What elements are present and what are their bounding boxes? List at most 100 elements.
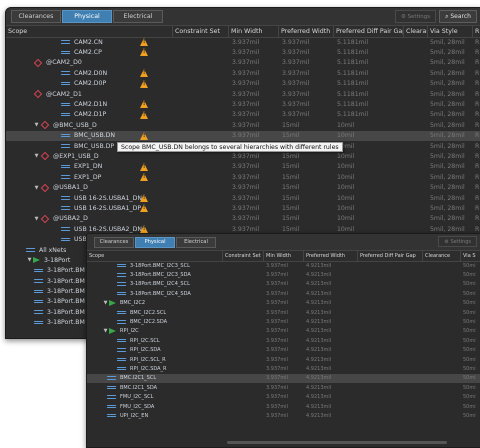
min-width-cell[interactable]: 3.937mil xyxy=(232,68,259,78)
warning-icon[interactable] xyxy=(140,79,148,88)
warning-icon[interactable] xyxy=(140,204,148,213)
min-width-cell[interactable]: 3.937mil xyxy=(266,346,288,355)
via-style-cell[interactable]: 50mi xyxy=(463,261,476,270)
preferred-width-cell[interactable]: 4.9213mil xyxy=(306,346,331,355)
min-width-cell[interactable]: 3.937mil xyxy=(266,317,288,326)
preferred-width-cell[interactable]: 4.9213mil xyxy=(306,289,331,298)
min-width-cell[interactable]: 3.937mil xyxy=(266,289,288,298)
table-row[interactable]: RPI_I2C.SCL 3.937mil 4.9213mil 50mi xyxy=(87,336,480,345)
r-cell[interactable]: R xyxy=(475,68,479,78)
via-style-cell[interactable]: 50mi xyxy=(463,336,476,345)
table-row[interactable]: @CAM2_D0 3.937mil 3.937mil 5.1181mil 5mil, 2… xyxy=(6,58,480,68)
diff-pair-gap-cell[interactable]: 10mil xyxy=(337,203,354,213)
min-width-cell[interactable]: 3.937mil xyxy=(232,47,259,57)
table-row[interactable]: CAM2.D0P 3.937mil 3.937mil 5.1181mil 5mil, 2… xyxy=(6,79,480,89)
diff-pair-gap-cell[interactable]: 5.1181mil xyxy=(337,89,368,99)
r-cell[interactable]: R xyxy=(475,37,479,47)
tab-physical[interactable]: Physical xyxy=(62,10,112,23)
warning-icon[interactable] xyxy=(140,69,148,78)
min-width-cell[interactable]: 3.937mil xyxy=(232,120,259,130)
table-row[interactable]: ▼ RPI_I2C 3.937mil 4.9213mil 50mi xyxy=(87,327,480,336)
diff-pair-gap-cell[interactable]: 10mil xyxy=(337,162,354,172)
preferred-width-cell[interactable]: 3.937mil xyxy=(282,89,309,99)
table-row[interactable]: CAM2.D1N 3.937mil 3.937mil 5.1181mil 5mil, 2… xyxy=(6,99,480,109)
via-style-cell[interactable]: 5mil, 28mil xyxy=(430,58,465,68)
diff-pair-gap-cell[interactable]: 5.1181mil xyxy=(337,99,368,109)
col-preferred-width[interactable]: Preferred Width xyxy=(303,251,357,261)
min-width-cell[interactable]: 3.937mil xyxy=(232,214,259,224)
r-cell[interactable]: R xyxy=(475,141,479,151)
preferred-width-cell[interactable]: 4.9213mil xyxy=(306,261,331,270)
min-width-cell[interactable]: 3.937mil xyxy=(266,355,288,364)
warning-icon[interactable] xyxy=(140,110,148,119)
preferred-width-cell[interactable]: 4.9213mil xyxy=(306,364,331,373)
via-style-cell[interactable]: 50mi xyxy=(463,364,476,373)
via-style-cell[interactable]: 5mil, 28mil xyxy=(430,131,465,141)
min-width-cell[interactable]: 3.937mil xyxy=(266,411,288,420)
via-style-cell[interactable]: 5mil, 28mil xyxy=(430,68,465,78)
table-row[interactable]: BMC_I2C2.SCL 3.937mil 4.9213mil 50mi xyxy=(87,308,480,317)
warning-icon[interactable] xyxy=(140,193,148,202)
diff-pair-gap-cell[interactable]: 10mil xyxy=(337,214,354,224)
preferred-width-cell[interactable]: 4.9213mil xyxy=(306,411,331,420)
warning-icon[interactable] xyxy=(140,38,148,46)
diff-pair-gap-cell[interactable]: 5.1181mil xyxy=(337,79,368,89)
table-row[interactable]: RPI_I2C.SDA_R 3.937mil 4.9213mil 50mi xyxy=(87,364,480,373)
settings-button[interactable]: ⚙ Settings xyxy=(394,10,437,23)
warning-icon[interactable] xyxy=(140,100,148,109)
min-width-cell[interactable]: 3.937mil xyxy=(266,364,288,373)
preferred-width-cell[interactable]: 4.9213mil xyxy=(306,317,331,326)
col-via-style[interactable]: Via S xyxy=(460,251,480,261)
via-style-cell[interactable]: 50mi xyxy=(463,392,476,401)
preferred-width-cell[interactable]: 4.9213mil xyxy=(306,270,331,279)
min-width-cell[interactable]: 3.937mil xyxy=(266,392,288,401)
r-cell[interactable]: R xyxy=(475,89,479,99)
via-style-cell[interactable]: 5mil, 28mil xyxy=(430,203,465,213)
min-width-cell[interactable]: 3.937mil xyxy=(232,162,259,172)
col-preferred-width[interactable]: Preferred Width xyxy=(278,26,333,37)
table-row[interactable]: 3-18Port.BMC_I2C3_SDA 3.937mil 4.9213mil 50… xyxy=(87,270,480,279)
preferred-width-cell[interactable]: 3.937mil xyxy=(282,68,309,78)
preferred-width-cell[interactable]: 4.9213mil xyxy=(306,299,331,308)
expand-caret-icon[interactable]: ▼ xyxy=(33,153,40,159)
min-width-cell[interactable]: 3.937mil xyxy=(266,402,288,411)
min-width-cell[interactable]: 3.937mil xyxy=(266,261,288,270)
expand-caret-icon[interactable]: ▼ xyxy=(26,257,33,263)
table-row[interactable]: FMU_I2C_SDA 3.937mil 4.9213mil 50mi xyxy=(87,402,480,411)
diff-pair-gap-cell[interactable]: 10mil xyxy=(337,193,354,203)
preferred-width-cell[interactable]: 3.937mil xyxy=(282,110,309,120)
expand-caret-icon[interactable]: ▼ xyxy=(33,216,40,222)
col-constraint-set[interactable]: Constraint Set xyxy=(172,26,228,37)
tab-electrical[interactable]: Electrical xyxy=(113,10,163,23)
via-style-cell[interactable]: 50mi xyxy=(463,383,476,392)
via-style-cell[interactable]: 5mil, 28mil xyxy=(430,182,465,192)
tab-physical[interactable]: Physical xyxy=(135,236,175,248)
col-clearance[interactable]: Clearance xyxy=(422,251,460,261)
diff-pair-gap-cell[interactable]: 10mil xyxy=(337,120,354,130)
via-style-cell[interactable]: 5mil, 28mil xyxy=(430,151,465,161)
preferred-width-cell[interactable]: 4.9213mil xyxy=(306,336,331,345)
preferred-width-cell[interactable]: 3.937mil xyxy=(282,47,309,57)
table-row[interactable]: 3-18Port.BMC_I2C4_SDA 3.937mil 4.9213mil 50… xyxy=(87,289,480,298)
r-cell[interactable]: R xyxy=(475,79,479,89)
preferred-width-cell[interactable]: 15mil xyxy=(282,214,299,224)
search-button[interactable]: ⌕ Search xyxy=(439,10,477,23)
preferred-width-cell[interactable]: 4.9213mil xyxy=(306,355,331,364)
via-style-cell[interactable]: 50mi xyxy=(463,317,476,326)
via-style-cell[interactable]: 50mi xyxy=(463,374,476,383)
via-style-cell[interactable]: 50mi xyxy=(463,299,476,308)
col-via-style[interactable]: Via Style xyxy=(427,26,472,37)
min-width-cell[interactable]: 3.937mil xyxy=(266,336,288,345)
min-width-cell[interactable]: 3.937mil xyxy=(232,151,259,161)
table-row[interactable]: ▼ @USBA2_D 3.937mil 15mil 10mil 5mil, 28mil R xyxy=(6,214,480,224)
table-row[interactable]: 3-18Port.BMC_I2C4_SCL 3.937mil 4.9213mil 50… xyxy=(87,280,480,289)
r-cell[interactable]: R xyxy=(475,162,479,172)
preferred-width-cell[interactable]: 15mil xyxy=(282,131,299,141)
via-style-cell[interactable]: 50mi xyxy=(463,411,476,420)
table-row[interactable]: EXP1_DN 3.937mil 15mil 10mil 5mil, 28mil R xyxy=(6,162,480,172)
table-row[interactable]: BMC_I2C2.SDA 3.937mil 4.9213mil 50mi xyxy=(87,317,480,326)
table-row[interactable]: 3-18Port.BMC_I2C3_SCL 3.937mil 4.9213mil 50… xyxy=(87,261,480,270)
r-cell[interactable]: R xyxy=(475,214,479,224)
r-cell[interactable]: R xyxy=(475,110,479,120)
preferred-width-cell[interactable]: 3.937mil xyxy=(282,58,309,68)
